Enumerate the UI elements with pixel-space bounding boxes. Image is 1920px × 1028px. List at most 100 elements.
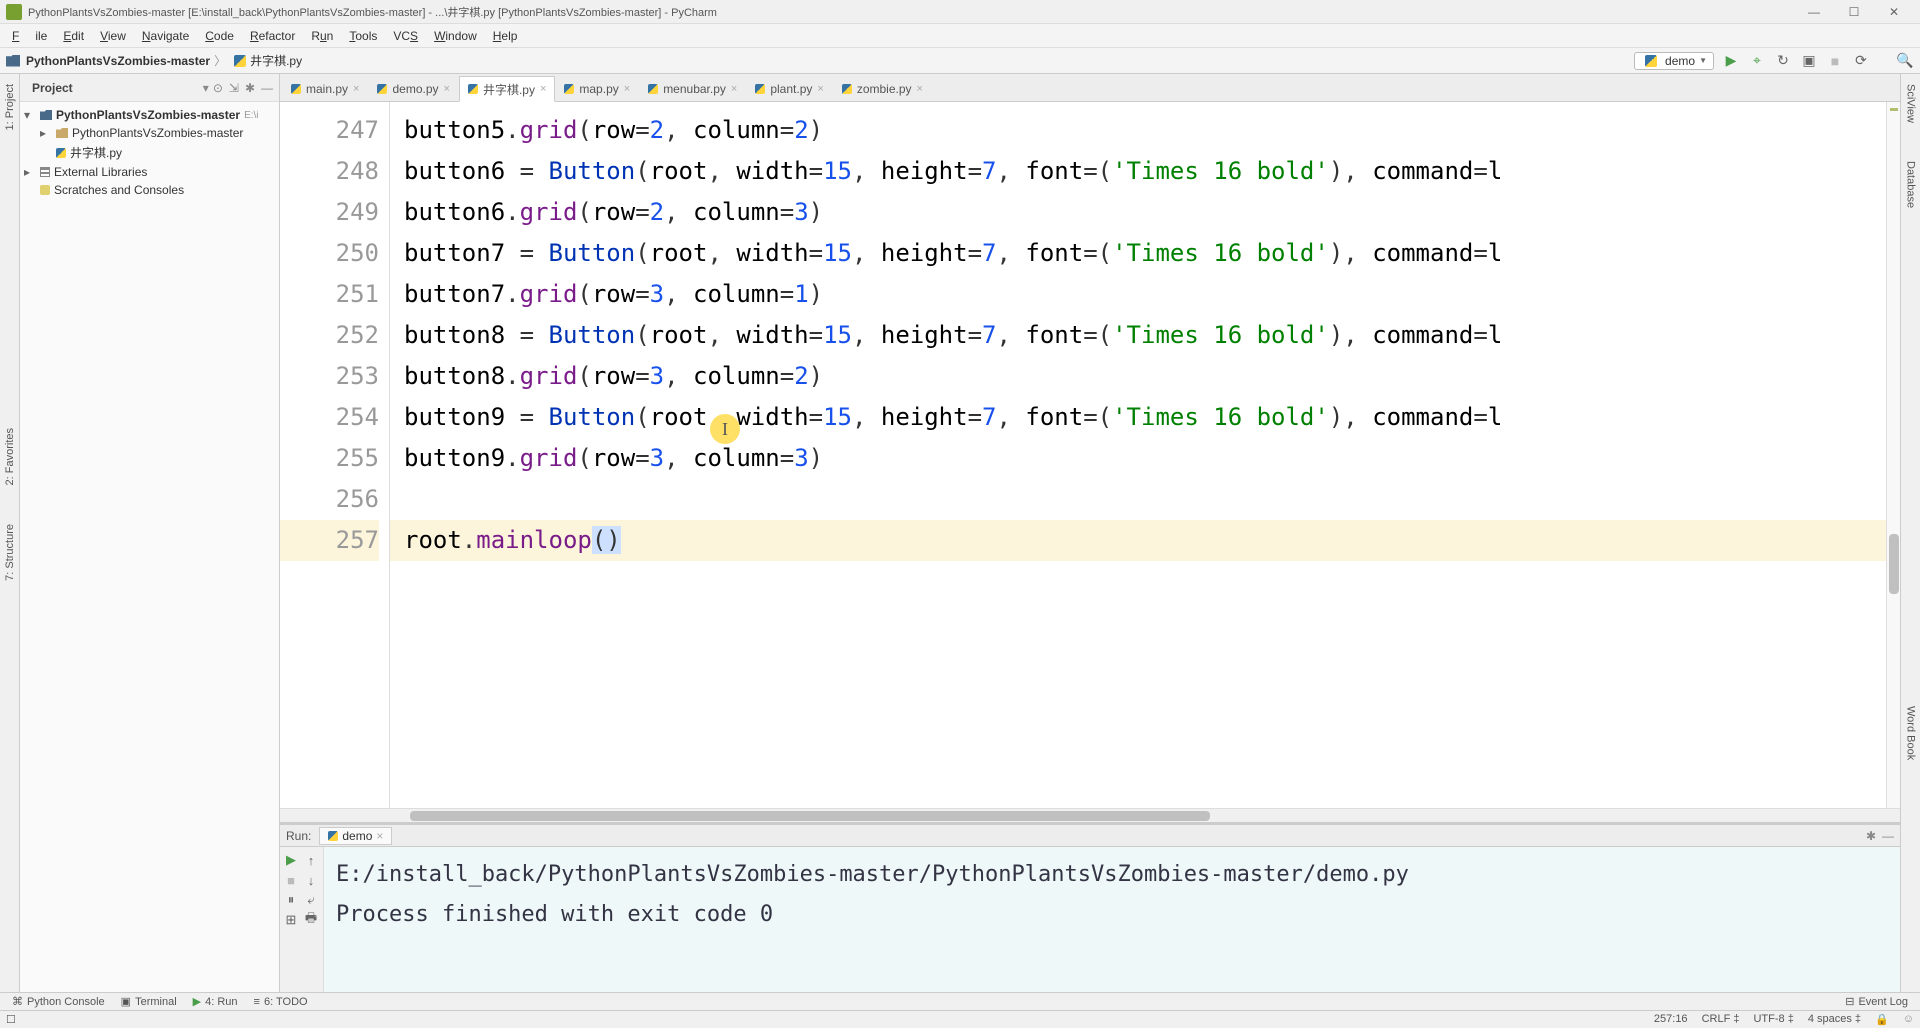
tool-terminal[interactable]: ▣Terminal	[113, 995, 185, 1008]
tree-node-external[interactable]: External Libraries	[20, 163, 279, 181]
menu-view[interactable]: View	[92, 27, 134, 45]
stop-button[interactable]: ■	[1826, 52, 1844, 70]
caret-right-icon[interactable]	[40, 126, 52, 140]
tree-node-scratches[interactable]: Scratches and Consoles	[20, 181, 279, 199]
close-icon[interactable]: ×	[444, 83, 450, 95]
status-toggle-icon[interactable]: ☐	[6, 1013, 20, 1027]
tool-tab-database[interactable]: Database	[1903, 157, 1919, 212]
editor-tab[interactable]: menubar.py×	[639, 75, 746, 101]
status-indent[interactable]: 4 spaces ‡	[1808, 1013, 1861, 1026]
tool-todo[interactable]: ≡6: TODO	[246, 996, 316, 1008]
menu-file[interactable]: File	[4, 27, 55, 45]
run-tab[interactable]: demo ×	[319, 827, 392, 845]
tool-python-console[interactable]: ⌘Python Console	[4, 995, 113, 1008]
close-icon[interactable]: ×	[376, 829, 383, 843]
close-icon[interactable]: ×	[353, 83, 359, 95]
code-line[interactable]: button7.grid(row=3, column=1)	[404, 274, 1886, 315]
code-line[interactable]: button6 = Button(root, width=15, height=…	[404, 151, 1886, 192]
close-icon[interactable]: ×	[624, 83, 630, 95]
warning-marker[interactable]	[1890, 108, 1898, 111]
menu-help[interactable]: Help	[485, 27, 526, 45]
code-editor[interactable]: 247248249250251252253254255256257 button…	[280, 102, 1900, 808]
close-button[interactable]: ✕	[1874, 0, 1914, 24]
console-output[interactable]: E:/install_back/PythonPlantsVsZombies-ma…	[324, 847, 1900, 992]
caret-down-icon[interactable]: ▾	[203, 81, 209, 95]
tool-tab-structure[interactable]: 7: Structure	[2, 520, 18, 585]
vertical-scrollbar-thumb[interactable]	[1889, 534, 1899, 594]
editor-tab[interactable]: plant.py×	[746, 75, 832, 101]
editor-tab[interactable]: map.py×	[555, 75, 639, 101]
tool-tab-sciview[interactable]: SciView	[1903, 80, 1919, 127]
coverage-button[interactable]: ↻	[1774, 52, 1792, 70]
down-button[interactable]: ↓	[302, 871, 320, 889]
code-line[interactable]	[404, 479, 1886, 520]
layout-button[interactable]: ⊞	[282, 911, 300, 929]
menu-vcs[interactable]: VCS	[385, 27, 426, 45]
soft-wrap-button[interactable]: ⤶	[302, 891, 320, 909]
error-stripe[interactable]	[1886, 102, 1900, 808]
debug-button[interactable]: ⌖	[1748, 52, 1766, 70]
minimize-button[interactable]: —	[1794, 0, 1834, 24]
code-line[interactable]: button7 = Button(root, width=15, height=…	[404, 233, 1886, 274]
lock-icon[interactable]: 🔒	[1875, 1013, 1889, 1026]
settings-icon[interactable]: ✱	[245, 81, 255, 95]
scrollbar-thumb[interactable]	[410, 811, 1210, 821]
status-line-sep[interactable]: CRLF ‡	[1702, 1013, 1740, 1026]
code-line[interactable]: button8.grid(row=3, column=2)	[404, 356, 1886, 397]
close-icon[interactable]: ×	[731, 83, 737, 95]
breadcrumb-project[interactable]: PythonPlantsVsZombies-master	[26, 54, 210, 68]
close-icon[interactable]: ×	[540, 83, 546, 95]
code-line[interactable]: button9.grid(row=3, column=3)	[404, 438, 1886, 479]
profile-button[interactable]: ▣	[1800, 52, 1818, 70]
menu-code[interactable]: Code	[197, 27, 242, 45]
horizontal-scrollbar[interactable]	[280, 808, 1900, 822]
inspection-icon[interactable]: ☺	[1903, 1013, 1914, 1026]
up-button[interactable]: ↑	[302, 851, 320, 869]
tree-node-file[interactable]: 井字棋.py	[20, 142, 279, 163]
breadcrumb-file[interactable]: 井字棋.py	[250, 52, 302, 69]
status-cursor-pos[interactable]: 257:16	[1654, 1013, 1688, 1026]
rerun-button[interactable]: ▶	[282, 851, 300, 869]
print-button[interactable]: 🖶	[302, 911, 320, 929]
status-encoding[interactable]: UTF-8 ‡	[1753, 1013, 1793, 1026]
run-button[interactable]: ▶	[1722, 52, 1740, 70]
editor-tab[interactable]: demo.py×	[368, 75, 458, 101]
maximize-button[interactable]: ☐	[1834, 0, 1874, 24]
tree-node-folder[interactable]: PythonPlantsVsZombies-master	[20, 124, 279, 142]
tool-tab-wordbook[interactable]: Word Book	[1903, 702, 1919, 764]
caret-right-icon[interactable]	[24, 165, 36, 179]
stop-button[interactable]: ■	[282, 871, 300, 889]
tool-event-log[interactable]: ⊟Event Log	[1837, 995, 1916, 1008]
editor-tab[interactable]: zombie.py×	[833, 75, 932, 101]
close-icon[interactable]: ×	[817, 83, 823, 95]
settings-icon[interactable]: ✱	[1866, 829, 1876, 843]
run-config-selector[interactable]: demo ▼	[1634, 52, 1714, 70]
menu-tools[interactable]: Tools	[341, 27, 385, 45]
caret-down-icon[interactable]	[24, 108, 36, 122]
tool-tab-favorites[interactable]: 2: Favorites	[2, 424, 18, 489]
close-icon[interactable]: ×	[917, 83, 923, 95]
search-button[interactable]: 🔍	[1896, 52, 1914, 70]
hide-icon[interactable]: —	[261, 81, 273, 95]
menu-refactor[interactable]: Refactor	[242, 27, 303, 45]
editor-tab[interactable]: main.py×	[282, 75, 368, 101]
pause-button[interactable]: ⏸	[282, 891, 300, 909]
code-line[interactable]: button5.grid(row=2, column=2)	[404, 110, 1886, 151]
locate-icon[interactable]: ⊙	[213, 81, 223, 95]
tool-run[interactable]: ▶4: Run	[185, 995, 246, 1008]
code-line[interactable]: button9 = Button(root, width=15, height=…	[404, 397, 1886, 438]
tool-tab-project[interactable]: 1: Project	[2, 80, 18, 134]
menu-run[interactable]: Run	[303, 27, 341, 45]
menu-navigate[interactable]: Navigate	[134, 27, 197, 45]
menu-edit[interactable]: Edit	[55, 27, 92, 45]
hide-icon[interactable]: —	[1882, 829, 1894, 843]
tree-node-root[interactable]: PythonPlantsVsZombies-master E:\i	[20, 106, 279, 124]
code-line[interactable]: root.mainloop()	[390, 520, 1886, 561]
code-content[interactable]: button5.grid(row=2, column=2)button6 = B…	[390, 102, 1886, 808]
update-button[interactable]: ⟳	[1852, 52, 1870, 70]
menu-window[interactable]: Window	[426, 27, 485, 45]
code-line[interactable]: button6.grid(row=2, column=3)	[404, 192, 1886, 233]
code-line[interactable]: button8 = Button(root, width=15, height=…	[404, 315, 1886, 356]
collapse-icon[interactable]: ⇲	[229, 81, 239, 95]
editor-tab[interactable]: 井字棋.py×	[459, 76, 555, 102]
